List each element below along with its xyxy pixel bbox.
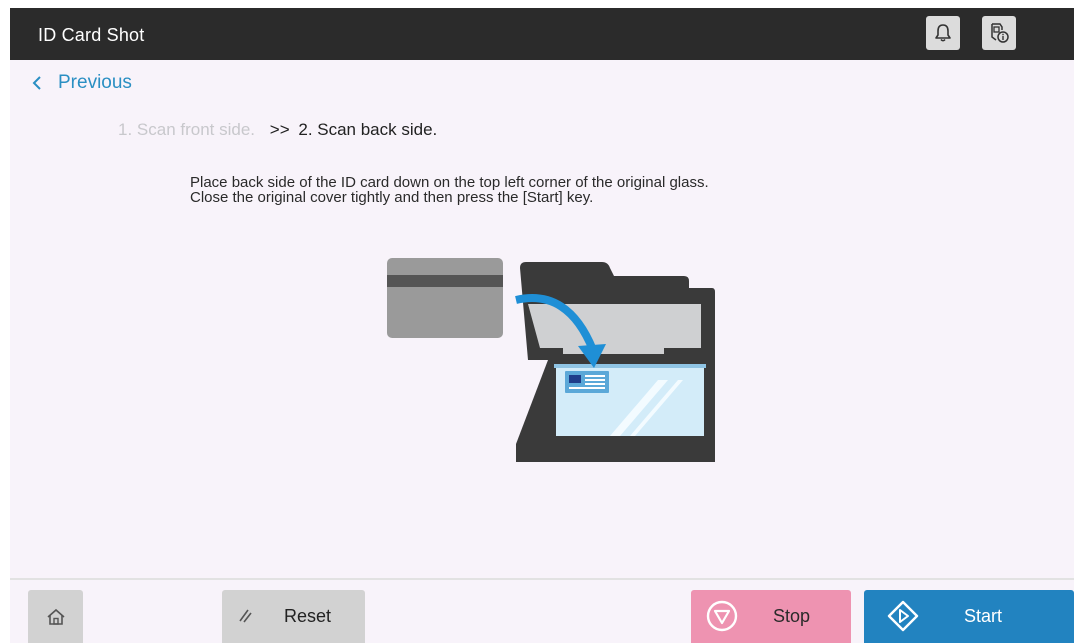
instruction-line-1: Place back side of the ID card down on t… [190, 174, 709, 191]
reset-button[interactable]: Reset [222, 590, 365, 643]
id-card-back [387, 258, 503, 338]
start-button[interactable]: Start [864, 590, 1074, 643]
step-indicator: 1. Scan front side. >> 2. Scan back side… [118, 120, 437, 140]
chevron-left-icon [32, 76, 41, 90]
app-window: ID Card Shot Previous 1. Scan front side… [0, 0, 1074, 643]
step-1-label: 1. Scan front side. [118, 120, 256, 139]
previous-button[interactable]: Previous [32, 72, 132, 94]
scanner-body [516, 360, 715, 462]
title-bar: ID Card Shot [10, 8, 1074, 60]
notification-button[interactable] [926, 16, 960, 50]
instruction-line-2: Close the original cover tightly and the… [190, 189, 594, 206]
stop-label: Stop [773, 606, 811, 626]
instructions-text: Place back side of the ID card down on t… [190, 175, 990, 205]
scanner-illustration [378, 248, 728, 473]
step-separator: >> [269, 120, 290, 139]
job-info-button[interactable] [982, 16, 1016, 50]
start-icon [887, 600, 919, 632]
page-title: ID Card Shot [38, 25, 145, 45]
step-2-label: 2. Scan back side. [298, 120, 438, 139]
previous-label: Previous [58, 72, 132, 93]
reset-label: Reset [284, 606, 332, 626]
job-info-icon [991, 23, 1009, 43]
stop-icon [706, 600, 738, 632]
reset-icon [239, 609, 252, 623]
home-button[interactable] [28, 590, 83, 643]
main-content: Previous 1. Scan front side. >> 2. Scan … [10, 60, 1074, 578]
bottom-bar: Reset Stop Start [10, 580, 1074, 643]
home-icon [46, 608, 65, 625]
scanner-lid [520, 262, 715, 366]
bell-icon [935, 24, 951, 42]
stop-button[interactable]: Stop [691, 590, 851, 643]
start-label: Start [964, 606, 1003, 626]
